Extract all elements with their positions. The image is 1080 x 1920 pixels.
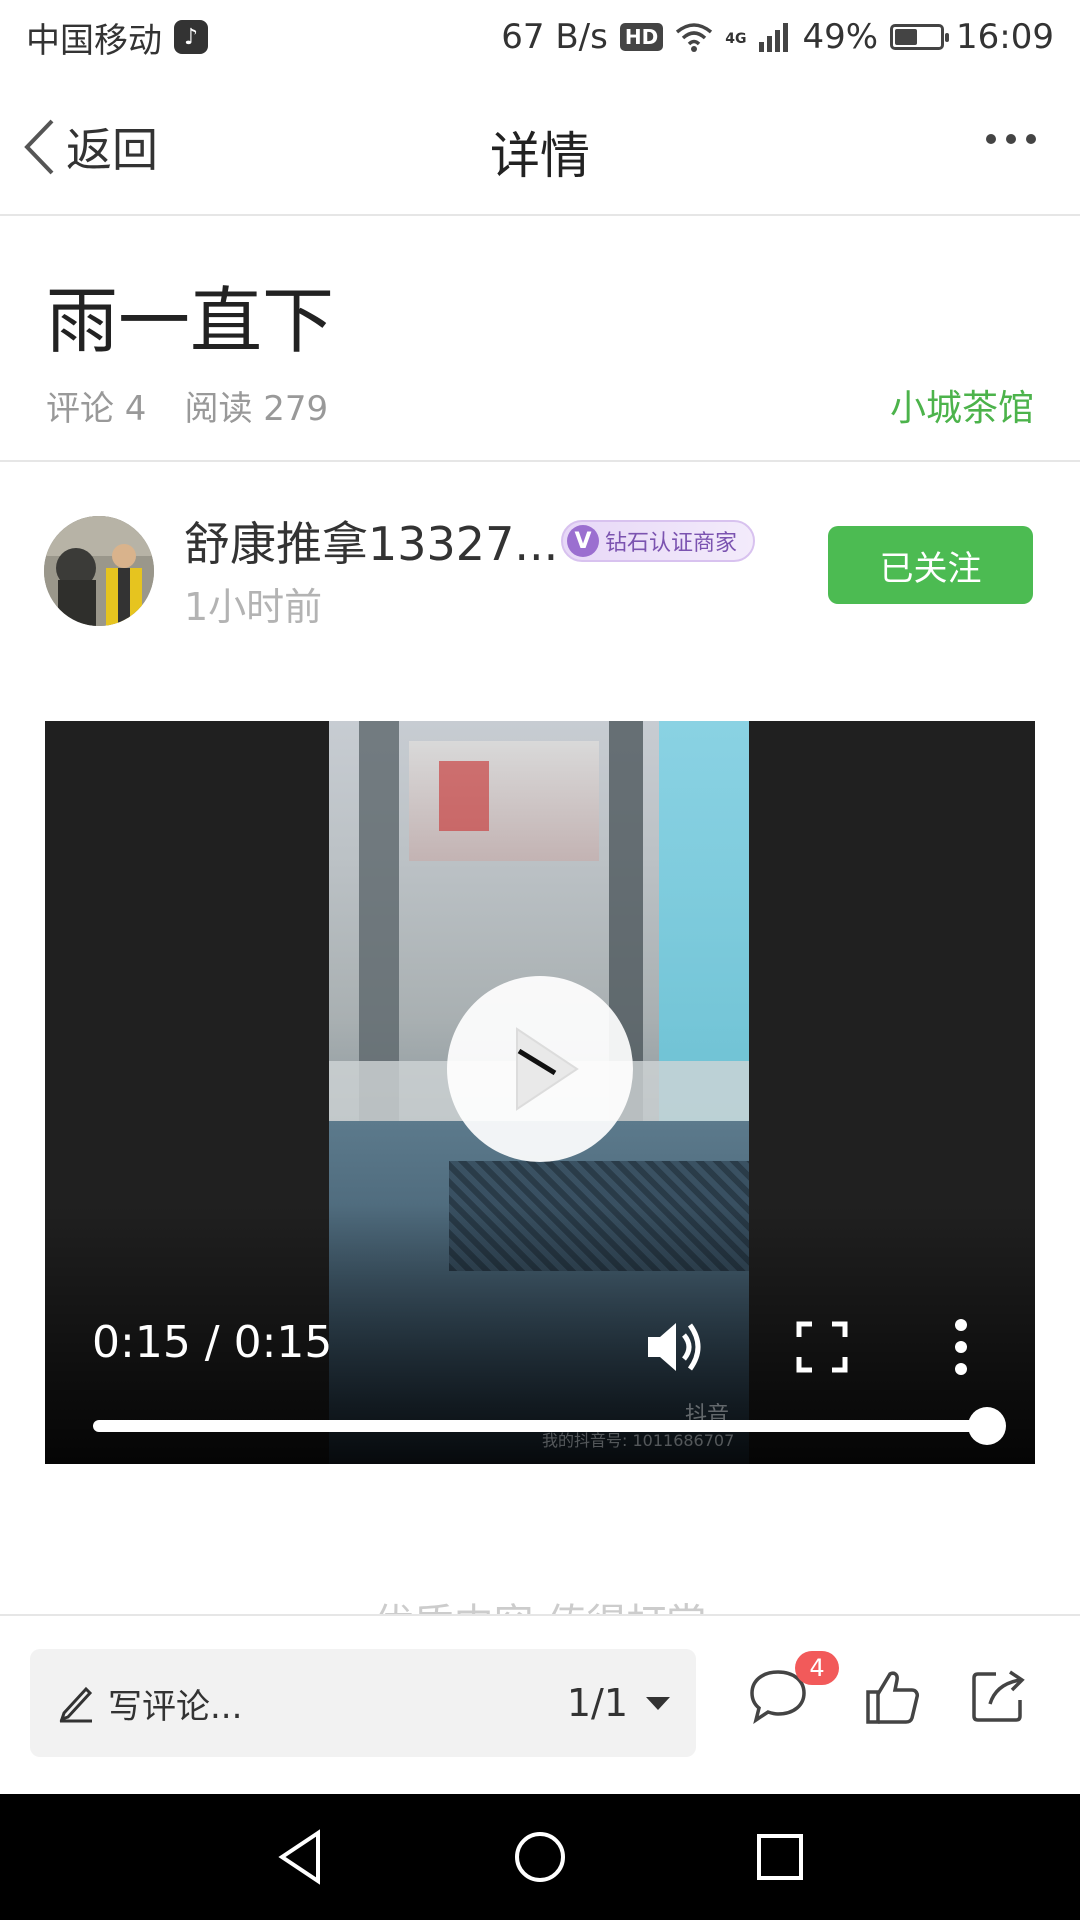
nav-back-icon[interactable] [270,1827,330,1887]
comment-placeholder: 写评论... [108,1686,243,1727]
page-title: 详情 [490,127,590,185]
system-navigation-bar [0,1794,1080,1920]
overflow-icon[interactable] [951,1317,971,1377]
chevron-down-icon[interactable] [646,1696,670,1710]
comment-count-badge: 4 [795,1651,839,1685]
share-icon[interactable] [966,1664,1030,1728]
avatar[interactable] [44,516,154,626]
status-left: 中国移动 ♪ [26,13,208,62]
verified-merchant-badge: V 钻石认证商家 [561,520,756,562]
video-time: 0:15 / 0:15 [92,1317,333,1368]
circle-link[interactable]: 小城茶馆 [890,379,1034,431]
article-title: 雨一直下 [46,279,335,363]
page-indicator[interactable]: 1/1 [567,1681,628,1725]
comment-input[interactable]: 写评论... 1/1 [30,1649,696,1757]
signal-icon [759,23,789,52]
verified-v-icon: V [567,525,599,557]
video-progress-thumb[interactable] [968,1407,1006,1445]
post-time: 1小时前 [184,585,323,629]
article-meta: 评论 4 阅读 279 小城茶馆 [46,380,1034,430]
video-progress-bar[interactable] [93,1420,987,1432]
battery-icon [890,24,950,50]
battery-fill [895,29,918,45]
badge-label: 钻石认证商家 [605,531,738,556]
nav-home-icon[interactable] [510,1827,570,1887]
pencil-icon [59,1686,93,1723]
play-button[interactable] [447,976,633,1162]
video-scene-shop [409,741,599,861]
follow-button[interactable]: 已关注 [828,526,1033,604]
more-dot [1026,134,1036,144]
volume-icon[interactable] [644,1317,710,1377]
page: 中国移动 ♪ 67 B/s HD 4G 49% 16:09 返回 详情 雨一直下… [0,0,1080,1920]
net-speed: 67 B/s [501,17,608,57]
wifi-icon [676,23,713,52]
status-bar: 中国移动 ♪ 67 B/s HD 4G 49% 16:09 [0,0,1080,74]
tiktok-notification-icon: ♪ [174,20,208,54]
fullscreen-icon[interactable] [796,1321,848,1373]
like-icon[interactable] [860,1664,924,1728]
video-player[interactable]: 抖音 我的抖音号: 1011686707 0:15 / 0:15 [45,721,1035,1464]
carrier-name: 中国移动 [26,20,162,61]
bottom-action-bar: 写评论... 1/1 4 [0,1614,1080,1794]
divider [0,460,1080,462]
clock: 16:09 [956,17,1054,57]
author-name[interactable]: 舒康推拿13327... [184,508,558,574]
status-right: 67 B/s HD 4G 49% 16:09 [501,17,1054,57]
network-type: 4G [725,31,747,47]
hd-icon: HD [619,23,664,51]
read-count-label: 阅读 279 [184,388,329,429]
nav-bar: 返回 详情 [0,74,1080,216]
video-scene-red-banner [439,761,489,831]
more-dot [986,134,996,144]
nav-recents-icon[interactable] [750,1827,810,1887]
avatar-image [44,516,154,626]
play-icon [516,1027,579,1111]
more-icon[interactable] [986,134,1036,144]
more-dot [1006,134,1016,144]
battery-percent: 49% [802,17,879,57]
comment-count-label: 评论 4 [46,388,147,429]
